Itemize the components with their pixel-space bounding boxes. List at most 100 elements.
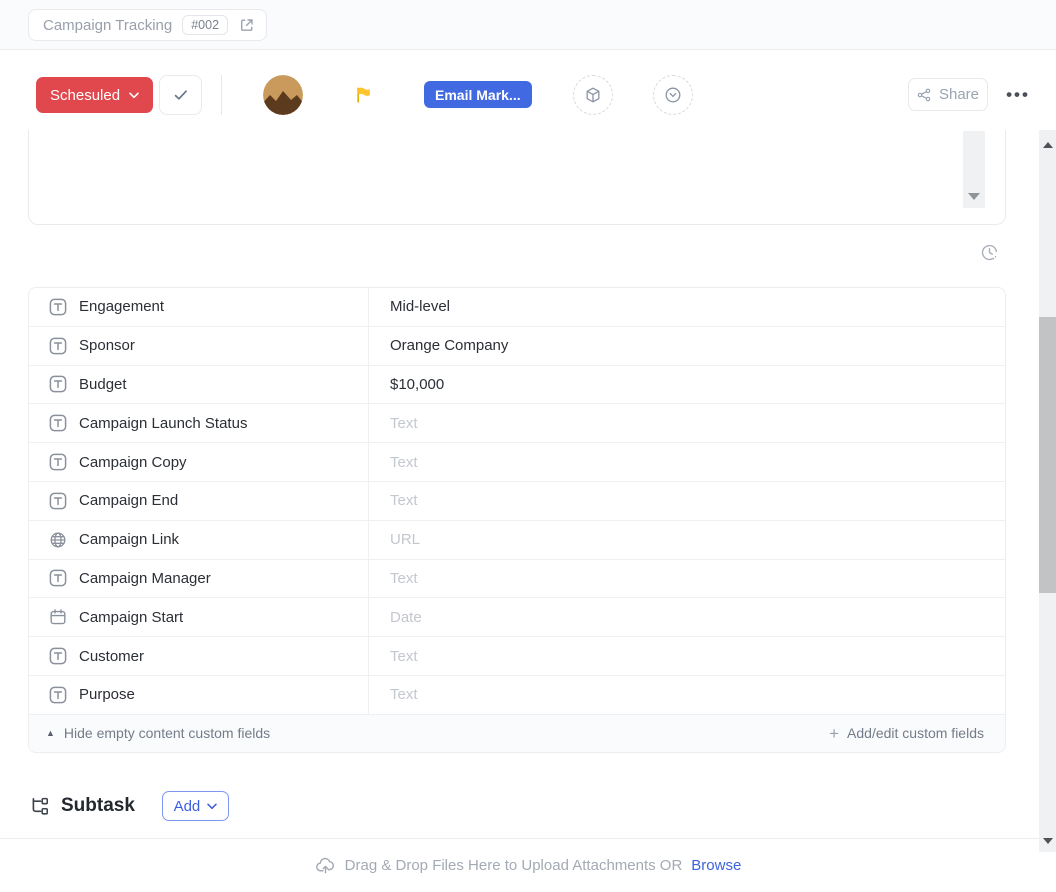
field-value-cell[interactable]: Mid-level [369, 288, 1005, 326]
field-value-cell[interactable]: Text [369, 404, 1005, 442]
triangle-up-icon: ▲ [46, 729, 55, 738]
field-row[interactable]: Customer Text [29, 637, 1005, 676]
field-label-cell[interactable]: Campaign Start [29, 598, 369, 636]
dependencies-button[interactable] [573, 75, 613, 115]
text-field-icon [49, 453, 67, 471]
subtask-title: Subtask [61, 795, 135, 817]
task-id-badge[interactable]: #002 [182, 15, 228, 35]
tag-email-marketing[interactable]: Email Mark... [424, 81, 532, 108]
task-status-circle-button[interactable] [653, 75, 693, 115]
scrollbar-thumb[interactable] [1039, 317, 1056, 593]
more-ellipsis-icon[interactable]: ••• [1001, 78, 1035, 111]
status-label: Schesuled [50, 87, 120, 104]
cube-icon [584, 86, 602, 104]
field-value-cell[interactable]: URL [369, 521, 1005, 559]
field-label-cell[interactable]: Campaign End [29, 482, 369, 520]
field-label-cell[interactable]: Campaign Copy [29, 443, 369, 481]
field-label-cell[interactable]: Engagement [29, 288, 369, 326]
page-scrollbar[interactable] [1039, 130, 1056, 852]
tag-label: Email Mark... [435, 87, 521, 103]
field-label: Campaign End [79, 492, 178, 509]
top-bar: Campaign Tracking #002 [0, 0, 1056, 50]
field-value-cell[interactable]: Text [369, 443, 1005, 481]
scroll-down-arrow-icon[interactable] [968, 193, 980, 200]
field-value-cell[interactable]: Text [369, 482, 1005, 520]
field-label: Customer [79, 648, 144, 665]
field-label: Sponsor [79, 337, 135, 354]
field-label: Campaign Start [79, 609, 183, 626]
field-label-cell[interactable]: Customer [29, 637, 369, 675]
complete-task-button[interactable] [159, 75, 202, 115]
task-view: Campaign Tracking #002 Schesuled [0, 0, 1056, 892]
field-value-placeholder: URL [390, 531, 420, 548]
hide-empty-fields-toggle[interactable]: ▲ Hide empty content custom fields [46, 725, 270, 741]
assignee-avatar[interactable] [263, 75, 303, 115]
url-field-icon [49, 531, 67, 549]
date-field-icon [49, 608, 67, 626]
breadcrumb-list-name[interactable]: Campaign Tracking [43, 17, 172, 34]
scroll-up-arrow-icon[interactable] [1043, 142, 1053, 148]
field-row[interactable]: Budget $10,000 [29, 366, 1005, 405]
field-value-placeholder: Text [390, 686, 418, 703]
field-value-cell[interactable]: $10,000 [369, 366, 1005, 404]
field-value: $10,000 [390, 376, 444, 393]
field-row[interactable]: Engagement Mid-level [29, 288, 1005, 327]
breadcrumb[interactable]: Campaign Tracking #002 [28, 9, 267, 41]
text-field-icon [49, 375, 67, 393]
field-label-cell[interactable]: Budget [29, 366, 369, 404]
field-row[interactable]: Campaign Copy Text [29, 443, 1005, 482]
field-row[interactable]: Campaign End Text [29, 482, 1005, 521]
field-label-cell[interactable]: Purpose [29, 676, 369, 714]
field-label-cell[interactable]: Campaign Manager [29, 560, 369, 598]
field-row[interactable]: Campaign Manager Text [29, 560, 1005, 599]
field-label: Campaign Copy [79, 454, 187, 471]
attachments-drop-zone[interactable]: Drag & Drop Files Here to Upload Attachm… [0, 838, 1056, 892]
field-value-placeholder: Text [390, 570, 418, 587]
clock-history-icon[interactable] [977, 240, 1001, 264]
chevron-circle-icon [664, 86, 682, 104]
priority-flag-icon[interactable] [351, 83, 375, 107]
field-label: Campaign Manager [79, 570, 211, 587]
text-field-icon [49, 492, 67, 510]
add-subtask-button[interactable]: Add [162, 791, 229, 821]
field-value-cell[interactable]: Orange Company [369, 327, 1005, 365]
status-button[interactable]: Schesuled [36, 77, 153, 113]
field-value-placeholder: Text [390, 415, 418, 432]
custom-fields-table: Engagement Mid-level Sponsor Orange Company… [28, 287, 1006, 753]
field-label: Campaign Link [79, 531, 179, 548]
field-label: Budget [79, 376, 127, 393]
field-row[interactable]: Purpose Text [29, 676, 1005, 715]
add-edit-fields-button[interactable]: + Add/edit custom fields [829, 725, 984, 742]
field-label: Purpose [79, 686, 135, 703]
field-value-cell[interactable]: Text [369, 637, 1005, 675]
field-value-cell[interactable]: Date [369, 598, 1005, 636]
field-value-cell[interactable]: Text [369, 676, 1005, 714]
field-row[interactable]: Campaign Start Date [29, 598, 1005, 637]
share-button[interactable]: Share [908, 78, 988, 111]
field-row[interactable]: Campaign Link URL [29, 521, 1005, 560]
drop-files-text: Drag & Drop Files Here to Upload Attachm… [345, 857, 683, 874]
field-value-cell[interactable]: Text [369, 560, 1005, 598]
field-label-cell[interactable]: Sponsor [29, 327, 369, 365]
task-toolbar: Schesuled Email Mark... [0, 50, 1056, 130]
field-value: Orange Company [390, 337, 508, 354]
text-field-icon [49, 337, 67, 355]
field-label-cell[interactable]: Campaign Launch Status [29, 404, 369, 442]
open-in-new-icon[interactable] [238, 16, 256, 34]
browse-link[interactable]: Browse [691, 857, 741, 874]
toolbar-divider [221, 75, 222, 115]
add-subtask-label: Add [174, 798, 201, 815]
scroll-down-arrow-icon[interactable] [1043, 838, 1053, 844]
description-scrollbar[interactable] [963, 131, 985, 208]
chevron-down-icon [207, 803, 217, 810]
field-row[interactable]: Sponsor Orange Company [29, 327, 1005, 366]
field-row[interactable]: Campaign Launch Status Text [29, 404, 1005, 443]
description-box[interactable] [28, 130, 1006, 225]
text-field-icon [49, 686, 67, 704]
field-label: Engagement [79, 298, 164, 315]
field-label-cell[interactable]: Campaign Link [29, 521, 369, 559]
field-value-placeholder: Text [390, 454, 418, 471]
custom-fields-footer: ▲ Hide empty content custom fields + Add… [29, 715, 1005, 752]
text-field-icon [49, 414, 67, 432]
subtask-section: Subtask Add [28, 791, 229, 821]
